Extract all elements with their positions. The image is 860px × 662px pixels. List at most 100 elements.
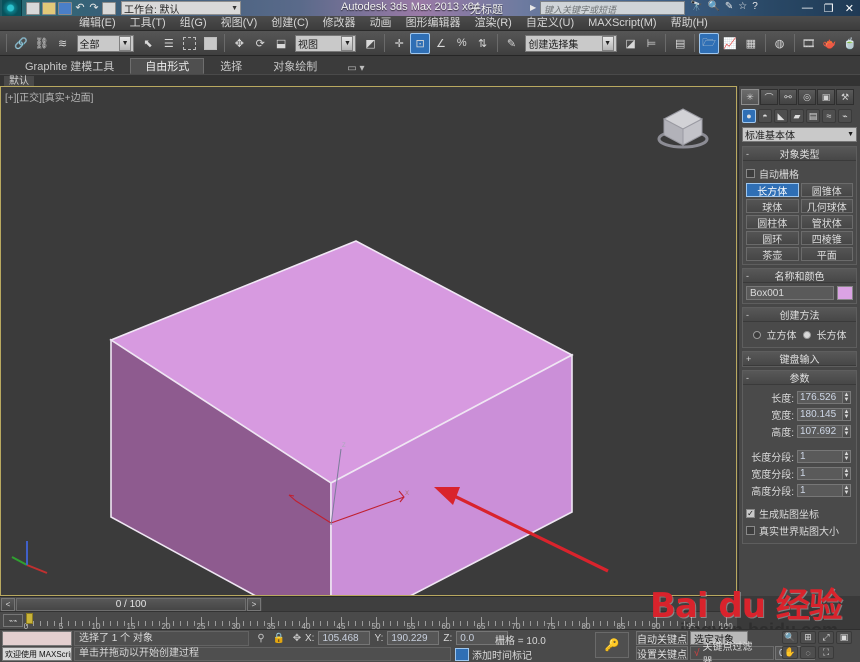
parameters-header[interactable]: - 参数	[743, 371, 856, 385]
spinner-height-segs[interactable]: ▲ ▼	[843, 484, 851, 497]
creation-method-header[interactable]: - 创建方法	[743, 308, 856, 322]
bind-to-space-warp-icon[interactable]: ≋	[53, 33, 73, 54]
shapes-icon[interactable]: ◓	[758, 109, 772, 123]
set-project-icon[interactable]	[102, 1, 116, 15]
object-button-box[interactable]: 长方体	[746, 183, 799, 198]
select-and-rotate-icon[interactable]: ⟳	[250, 33, 270, 54]
reference-coordinate-combo[interactable]: 视图 ▼	[294, 34, 357, 52]
cameras-icon[interactable]: ▰	[790, 109, 804, 123]
keyboard-entry-header[interactable]: + 键盘输入	[743, 352, 856, 366]
angle-snap-toggle-icon[interactable]: ∠	[431, 33, 451, 54]
autogrid-checkbox[interactable]: 自动栅格	[746, 166, 853, 181]
viewcube-icon[interactable]	[652, 95, 714, 157]
highlight-icon[interactable]: ✎	[725, 1, 733, 12]
key-filters-button[interactable]: √ 关键点过滤器...	[690, 642, 774, 662]
binoculars-icon[interactable]: 🔭	[690, 1, 702, 12]
add-time-tag-icon[interactable]	[455, 648, 469, 661]
set-key-button[interactable]: 设置关键点	[636, 646, 688, 661]
radio-box[interactable]	[802, 330, 811, 339]
save-file-icon[interactable]	[58, 1, 72, 15]
viewport[interactable]: [+][正交][真实+边面] Z X	[0, 86, 737, 596]
object-button-sphere[interactable]: 球体	[746, 199, 799, 214]
render-frame-window-icon[interactable]: 🫖	[819, 33, 839, 54]
param-input-height[interactable]: 107.692	[797, 425, 843, 438]
spinner-length[interactable]: ▲ ▼	[843, 391, 851, 404]
selection-filter-combo[interactable]: 全部 ▼	[76, 34, 135, 52]
magnifier-icon[interactable]: 🔍	[707, 1, 719, 12]
select-and-move-icon[interactable]: ✥	[229, 33, 249, 54]
object-button-tube[interactable]: 管状体	[800, 215, 853, 230]
use-pivot-point-center-icon[interactable]: ◩	[360, 33, 380, 54]
menu-item-views[interactable]: 视图(V)	[214, 16, 265, 31]
spinner-snap-toggle-icon[interactable]: ⇅	[473, 33, 493, 54]
ribbon-tab-freeform[interactable]: 自由形式	[130, 58, 205, 74]
named-selection-set-combo[interactable]: 创建选择集 ▼	[525, 34, 617, 52]
maxscript-listener-field[interactable]	[2, 631, 72, 646]
radio-cube[interactable]	[752, 330, 761, 339]
zoom-extents-icon[interactable]: ⤢	[818, 631, 834, 644]
param-input-height-segs[interactable]: 1	[797, 484, 843, 497]
orbit-icon[interactable]: ◌	[800, 646, 816, 659]
object-color-swatch[interactable]	[837, 286, 853, 300]
spinner-length-segs[interactable]: ▲ ▼	[843, 450, 851, 463]
close-button[interactable]: ✕	[841, 2, 858, 15]
chevron-right-icon[interactable]: ▶	[530, 3, 536, 12]
render-setup-icon[interactable]: 🎞	[799, 33, 819, 54]
time-slider-handle[interactable]: 0 / 100	[17, 598, 245, 610]
pan-icon[interactable]: ✋	[782, 646, 798, 659]
menu-item-customize[interactable]: 自定义(U)	[519, 16, 581, 31]
edit-named-selection-sets-icon[interactable]: ✎	[502, 33, 522, 54]
zoom-icon[interactable]: 🔍	[782, 631, 798, 644]
spinner-height[interactable]: ▲ ▼	[843, 425, 851, 438]
select-and-manipulate-icon[interactable]: ✛	[389, 33, 409, 54]
open-mini-curve-editor-icon[interactable]: ⌁⌁	[3, 614, 23, 627]
material-editor-icon[interactable]: ◍	[770, 33, 790, 54]
menu-item-modifiers[interactable]: 修改器	[316, 16, 363, 31]
space-warps-icon[interactable]: ≈	[822, 109, 836, 123]
rectangular-selection-region-icon[interactable]	[180, 33, 200, 54]
lock-icon[interactable]: 🔒	[273, 632, 285, 645]
select-by-name-icon[interactable]: ☰	[159, 33, 179, 54]
object-button-geosphere[interactable]: 几何球体	[800, 199, 853, 214]
track-bar[interactable]: ⌁⌁ 0 5 10 15 20 25 30 35 40 45 50 55 60 65 70 75 80 85 90 9…	[0, 611, 737, 629]
time-slider-track[interactable]: 0 / 100	[16, 597, 246, 611]
ribbon-tab-selection[interactable]: 选择	[205, 58, 258, 74]
utilities-tab[interactable]: ⚒	[836, 89, 854, 105]
redo-icon[interactable]: ↷	[88, 2, 100, 15]
spinner-width-segs[interactable]: ▲ ▼	[843, 467, 851, 480]
param-input-width[interactable]: 180.145	[797, 408, 843, 421]
geometry-icon[interactable]: ●	[742, 109, 756, 123]
percent-snap-toggle-icon[interactable]: %	[452, 33, 472, 54]
menu-item-edit[interactable]: 编辑(E)	[72, 16, 123, 31]
align-icon[interactable]: ⊨	[641, 33, 661, 54]
helpers-icon[interactable]: ▤	[806, 109, 820, 123]
motion-tab[interactable]: ◎	[798, 89, 816, 105]
menu-item-group[interactable]: 组(G)	[173, 16, 214, 31]
object-button-teapot[interactable]: 茶壶	[746, 247, 799, 262]
prev-frame-button[interactable]: <	[1, 597, 15, 611]
zoom-region-icon[interactable]: ▣	[836, 631, 852, 644]
auto-key-button[interactable]: 自动关键点	[636, 631, 688, 646]
open-file-icon[interactable]	[42, 1, 56, 15]
app-logo-icon[interactable]	[2, 0, 22, 16]
select-object-icon[interactable]: ⬉	[138, 33, 158, 54]
selection-lock-toggle-icon[interactable]: ⚲	[255, 632, 267, 645]
param-input-length[interactable]: 176.526	[797, 391, 843, 404]
unlink-selection-icon[interactable]: ⛓	[32, 33, 52, 54]
menu-item-tools[interactable]: 工具(T)	[123, 16, 173, 31]
lights-icon[interactable]: ◣	[774, 109, 788, 123]
maximize-button[interactable]: ❐	[820, 2, 838, 15]
absolute-relative-transform-icon[interactable]: ✥	[291, 632, 303, 645]
add-time-tag-area[interactable]: 添加时间标记	[455, 647, 532, 662]
favorite-star-icon[interactable]: ☆	[738, 1, 747, 12]
coord-input-x[interactable]: 105.468	[318, 631, 371, 645]
minimize-button[interactable]: —	[798, 2, 817, 14]
select-and-scale-icon[interactable]: ⬓	[271, 33, 291, 54]
ribbon-tab-graphite-modeling[interactable]: Graphite 建模工具	[10, 58, 130, 74]
menu-item-help[interactable]: 帮助(H)	[664, 16, 715, 31]
subcategory-combo[interactable]: 标准基本体 ▼	[742, 127, 857, 142]
help-icon[interactable]: ?	[752, 1, 758, 12]
scene-explorer-icon[interactable]: 🗁	[699, 32, 719, 54]
workspace-selector[interactable]: 工作台: 默认 ▼	[121, 1, 241, 16]
select-and-link-icon[interactable]: 🔗	[11, 33, 31, 54]
